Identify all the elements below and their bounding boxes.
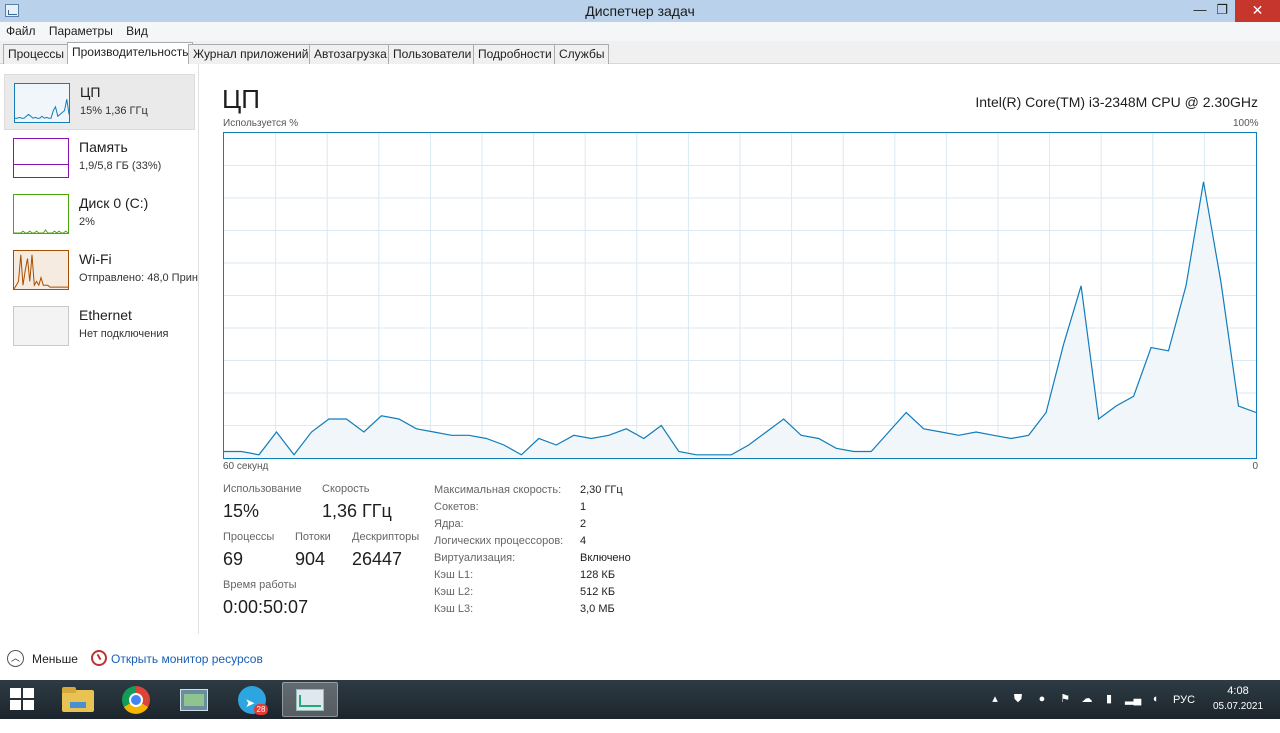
cpu-usage-graph [223, 132, 1257, 459]
clock[interactable]: 4:08 05.07.2021 [1205, 685, 1271, 712]
resource-monitor-label: Открыть монитор ресурсов [111, 652, 263, 666]
sidebar-item-disk[interactable]: Диск 0 (C:) 2% [4, 186, 195, 242]
sparkline-area [14, 164, 68, 177]
speed-value: 1,36 ГГц [322, 501, 392, 521]
ethernet-sparkline [13, 306, 69, 346]
sidebar-item-subtitle: 2% [79, 216, 95, 228]
sidebar-item-subtitle: 15% 1,36 ГГц [80, 105, 148, 117]
disk-sparkline [13, 194, 69, 234]
sidebar-item-subtitle: Нет подключения [79, 328, 169, 340]
language-indicator[interactable]: РУС [1173, 694, 1195, 733]
sidebar-item-title: Wi-Fi [79, 251, 112, 267]
sidebar-item-title: Память [79, 139, 128, 155]
uptime-label: Время работы [223, 579, 297, 591]
sidebar-item-title: ЦП [80, 84, 101, 100]
cloud-icon[interactable]: ☁ [1080, 693, 1094, 705]
tab-services[interactable]: Службы [554, 44, 610, 64]
tab-startup[interactable]: Автозагрузка [309, 44, 392, 64]
menu-file[interactable]: Файл [0, 22, 40, 38]
chrome-icon[interactable] [108, 682, 164, 717]
tab-app-history[interactable]: Журнал приложений [188, 44, 314, 64]
cpu-panel: ЦП Intel(R) Core(TM) i3-2348M CPU @ 2.30… [200, 64, 1280, 634]
start-button[interactable] [10, 688, 36, 712]
telegram-badge: 28 [254, 704, 268, 715]
tab-bar: Процессы Производительность Журнал прило… [0, 41, 1280, 65]
handles-value: 26447 [352, 549, 403, 569]
detail-value: 4 [580, 535, 587, 547]
tab-users[interactable]: Пользователи [388, 44, 477, 64]
sidebar-item-cpu[interactable]: ЦП 15% 1,36 ГГц [4, 74, 195, 130]
uptime-value: 0:00:50:07 [223, 597, 309, 617]
y-axis-max-label: 100% [1233, 118, 1259, 129]
sidebar-item-subtitle: Отправлено: 48,0 Прин [79, 272, 198, 284]
antivirus-icon[interactable]: ● [1035, 693, 1049, 705]
tab-performance[interactable]: Производительность [67, 42, 194, 65]
signal-icon[interactable]: ▂▄ [1125, 693, 1141, 705]
task-manager-icon[interactable] [282, 682, 338, 717]
clock-time: 4:08 [1227, 685, 1249, 697]
detail-value: 512 КБ [580, 586, 616, 598]
sidebar-item-title: Ethernet [79, 307, 132, 323]
chevron-up-icon: ︿ [7, 650, 24, 667]
detail-key: Ядра: [434, 518, 464, 530]
window-title: Диспетчер задач [585, 3, 695, 19]
sidebar-item-wifi[interactable]: Wi-Fi Отправлено: 48,0 Прин [4, 242, 198, 298]
detail-key: Кэш L1: [434, 569, 474, 581]
threads-label: Потоки [295, 531, 331, 543]
handles-label: Дескрипторы [352, 531, 420, 543]
menu-options[interactable]: Параметры [43, 22, 117, 38]
sidebar-item-ethernet[interactable]: Ethernet Нет подключения [4, 298, 195, 354]
detail-value: 1 [580, 501, 587, 513]
processes-label: Процессы [223, 531, 275, 543]
usage-label: Использование [223, 483, 302, 495]
resource-monitor-icon [91, 650, 107, 666]
flag-icon[interactable]: ⚑ [1058, 693, 1072, 705]
footer-bar: ︿ Меньше Открыть монитор ресурсов [0, 645, 1280, 675]
threads-value: 904 [295, 549, 326, 569]
memory-sparkline [13, 138, 69, 178]
telegram-icon[interactable]: ➤ 28 [224, 682, 280, 717]
sidebar-item-subtitle: 1,9/5,8 ГБ (33%) [79, 160, 162, 172]
fewer-details-label: Меньше [32, 652, 78, 666]
show-hidden-icons-icon[interactable]: ▴ [988, 693, 1002, 705]
x-axis-label: 60 секунд [223, 461, 269, 472]
detail-value: 2 [580, 518, 587, 530]
resource-sidebar: ЦП 15% 1,36 ГГц Память 1,9/5,8 ГБ (33%) … [0, 64, 199, 634]
cpu-sparkline [14, 83, 70, 123]
cpu-model-name: Intel(R) Core(TM) i3-2348M CPU @ 2.30GHz [975, 94, 1258, 110]
tab-processes[interactable]: Процессы [3, 44, 70, 64]
y-axis-label: Используется % [223, 118, 299, 129]
x-axis-zero-label: 0 [1252, 461, 1258, 472]
app-icon[interactable] [166, 682, 222, 717]
detail-key: Кэш L2: [434, 586, 474, 598]
detail-key: Максимальная скорость: [434, 484, 562, 496]
processes-value: 69 [223, 549, 244, 569]
wifi-sparkline [13, 250, 69, 290]
file-explorer-icon[interactable] [50, 682, 106, 717]
battery-icon[interactable]: ▮ [1102, 693, 1116, 705]
security-icon[interactable]: ⛊ [1011, 693, 1025, 705]
menu-bar: Файл Параметры Вид [0, 22, 1280, 41]
detail-key: Виртуализация: [434, 552, 516, 564]
detail-key: Кэш L3: [434, 603, 474, 615]
volume-icon[interactable]: ◖ [1148, 693, 1162, 705]
clock-date: 05.07.2021 [1212, 701, 1264, 712]
page-title: ЦП [222, 84, 260, 114]
usage-value: 15% [223, 501, 260, 521]
sidebar-item-title: Диск 0 (C:) [79, 195, 149, 211]
speed-label: Скорость [322, 483, 370, 495]
detail-value: 2,30 ГГц [580, 484, 623, 496]
maximize-button[interactable]: ❐ [1208, 0, 1236, 22]
detail-value: Включено [580, 552, 631, 564]
tab-details[interactable]: Подробности [473, 44, 557, 64]
taskbar: ➤ 28 ▴ ⛊ ● ⚑ ☁ ▮ ▂▄ ◖ РУС 4:08 05.07.202… [0, 680, 1280, 719]
detail-key: Сокетов: [434, 501, 479, 513]
detail-value: 128 КБ [580, 569, 616, 581]
detail-key: Логических процессоров: [434, 535, 564, 547]
sidebar-item-memory[interactable]: Память 1,9/5,8 ГБ (33%) [4, 130, 195, 186]
close-button[interactable]: ✕ [1235, 0, 1280, 22]
menu-view[interactable]: Вид [120, 22, 152, 38]
detail-value: 3,0 МБ [580, 603, 615, 615]
title-bar: Диспетчер задач — ❐ ✕ [0, 0, 1280, 22]
